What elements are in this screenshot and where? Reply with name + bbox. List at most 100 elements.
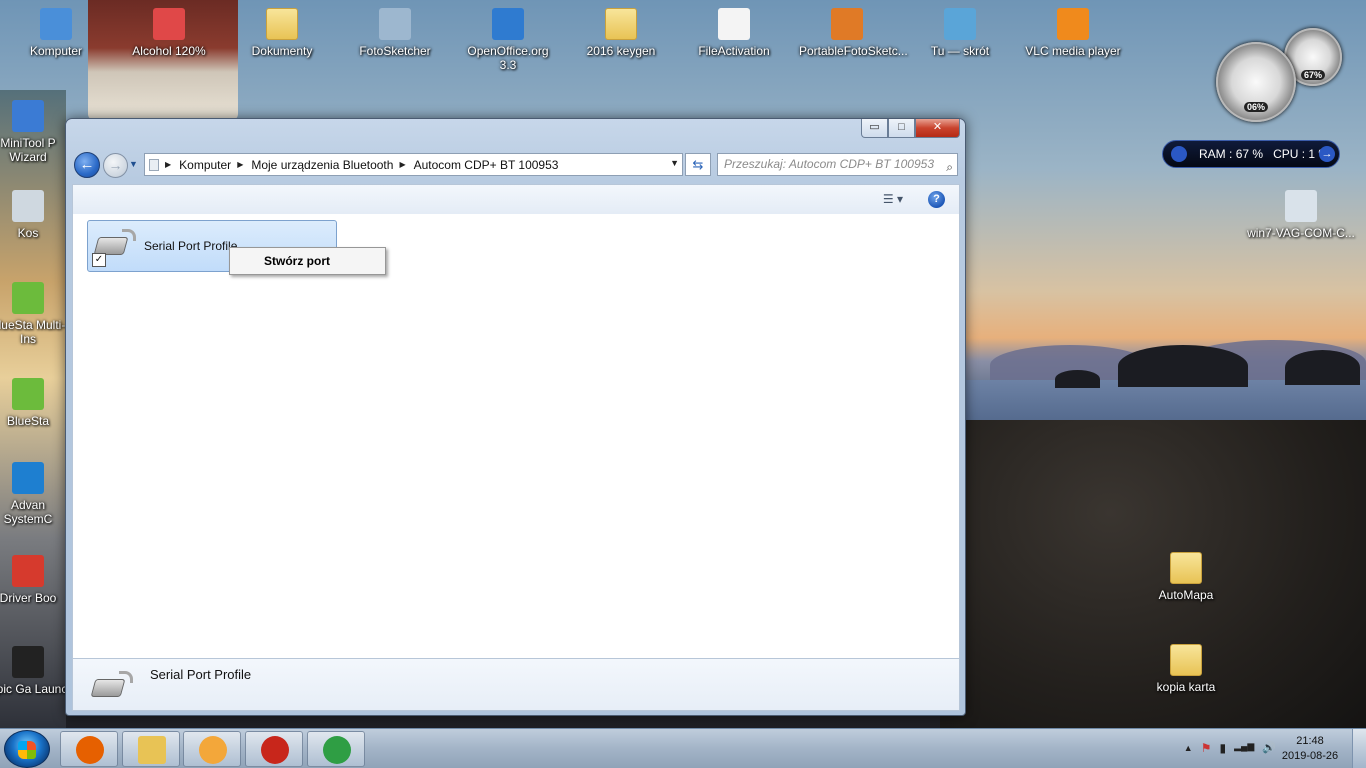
show-desktop-button[interactable] xyxy=(1352,729,1366,768)
chevron-right-icon[interactable]: ▶ xyxy=(165,160,171,169)
command-toolbar: ☰ ▾ ? xyxy=(72,184,960,214)
minimize-button[interactable]: ▭ xyxy=(861,119,888,138)
desktop-icon-label: Kos xyxy=(17,226,39,240)
vlc-icon xyxy=(1057,8,1089,40)
document-icon xyxy=(718,8,750,40)
desktop-icon-label: Dokumenty xyxy=(251,44,313,58)
desktop-icon[interactable]: OpenOffice.org 3.3 xyxy=(460,8,556,72)
taskbar: ▲ ⚑ ▮ ▂▄▆ 🔊 21:48 2019-08-26 xyxy=(0,728,1366,768)
desktop-icon[interactable]: win7-VAG-COM-C... xyxy=(1244,190,1358,240)
desktop-icon-label: Epic Ga Launc xyxy=(0,682,68,696)
bluestacks-icon xyxy=(12,378,44,410)
start-button[interactable] xyxy=(4,730,50,768)
ram-label: RAM : xyxy=(1199,147,1233,161)
search-placeholder: Przeszukaj: Autocom CDP+ BT 100953 xyxy=(724,157,934,171)
show-hidden-icons-icon[interactable]: ▲ xyxy=(1184,741,1193,755)
desktop-icon[interactable]: Tu — skrót xyxy=(912,8,1008,58)
clock-date: 2019-08-26 xyxy=(1281,750,1339,762)
recycle-bin-icon xyxy=(12,190,44,222)
desktop-icon[interactable]: VLC media player xyxy=(1025,8,1121,58)
battery-icon[interactable]: ▮ xyxy=(1219,741,1226,755)
clock-time: 21:48 xyxy=(1296,735,1324,747)
wallpaper-island xyxy=(1285,350,1360,385)
clock[interactable]: 21:48 2019-08-26 xyxy=(1280,734,1340,764)
taskbar-app-file-explorer[interactable] xyxy=(122,731,180,767)
desktop-icon[interactable]: FileActivation xyxy=(686,8,782,58)
desktop-icon[interactable]: PortableFotoSketc... xyxy=(799,8,908,58)
desktop-icon[interactable]: BlueSta Multi-Ins xyxy=(0,282,68,346)
desktop-icon[interactable]: Alcohol 120% xyxy=(121,8,217,58)
address-bar[interactable]: ▶ Komputer ▶ Moje urządzenia Bluetooth ▶… xyxy=(144,153,683,176)
gauge-value: 67% xyxy=(1300,70,1326,80)
back-button[interactable]: ← xyxy=(74,152,100,178)
help-button[interactable]: ? xyxy=(928,191,945,208)
desktop-icon[interactable]: kopia karta xyxy=(1138,644,1234,694)
taskbar-app-driver-booster[interactable] xyxy=(245,731,303,767)
desktop-icon[interactable]: AutoMapa xyxy=(1138,552,1234,602)
desktop-icon-label: Driver Boo xyxy=(0,591,57,605)
item-label: Serial Port Profile xyxy=(144,239,238,253)
breadcrumb-komputer[interactable]: Komputer xyxy=(179,158,231,172)
cpu-gauge-gadget[interactable]: 06% xyxy=(1216,42,1296,122)
forward-button[interactable]: → xyxy=(103,153,128,178)
firefox-icon xyxy=(76,736,104,764)
taskbar-app-chrome[interactable] xyxy=(307,731,365,767)
search-icon[interactable]: ⌕ xyxy=(946,157,953,175)
portable-fotosketcher-icon xyxy=(831,8,863,40)
context-menu: Stwórz port xyxy=(229,247,386,275)
refresh-button[interactable]: ⇆ xyxy=(685,153,711,176)
computer-icon xyxy=(40,8,72,40)
serial-port-icon xyxy=(90,669,133,699)
rocket-icon xyxy=(1171,146,1187,162)
wallpaper-island xyxy=(1118,345,1248,387)
desktop-icon-label: Alcohol 120% xyxy=(132,44,206,58)
desktop-icon[interactable]: Dokumenty xyxy=(234,8,330,58)
desktop-icon-label: Tu — skrót xyxy=(930,44,990,58)
folder-icon xyxy=(605,8,637,40)
content-pane: ✓ Serial Port Profile xyxy=(72,214,960,658)
desktop-icon-label: MiniTool P Wizard xyxy=(0,136,56,164)
folder-icon xyxy=(1170,644,1202,676)
recent-pages-dropdown[interactable]: ▼ xyxy=(129,159,138,169)
explorer-window: ▭ □ ✕ ← → ▼ ▶ Komputer ▶ Moje urządzenia… xyxy=(65,118,966,716)
create-port-menu-item[interactable]: Stwórz port xyxy=(264,254,330,268)
advanced-systemcare-icon xyxy=(12,462,44,494)
desktop-icon[interactable]: Epic Ga Launc xyxy=(0,646,68,696)
chevron-right-icon[interactable]: ▶ xyxy=(399,160,405,169)
chevron-right-icon[interactable]: ▶ xyxy=(237,160,243,169)
desktop-icon[interactable]: 2016 keygen xyxy=(573,8,669,58)
desktop-icon[interactable]: MiniTool P Wizard xyxy=(0,100,68,164)
breadcrumb-bluetooth-devices[interactable]: Moje urządzenia Bluetooth xyxy=(251,158,393,172)
desktop-icon[interactable]: BlueSta xyxy=(0,378,68,428)
breadcrumb-device[interactable]: Autocom CDP+ BT 100953 xyxy=(414,158,559,172)
taskbar-app-firefox[interactable] xyxy=(60,731,118,767)
change-view-button[interactable]: ☰ ▾ xyxy=(883,192,903,206)
details-pane: Serial Port Profile xyxy=(72,658,960,711)
network-icon[interactable]: ▂▄▆ xyxy=(1234,741,1254,755)
desktop-icon[interactable]: Komputer xyxy=(8,8,104,58)
taskbar-app-media-player[interactable] xyxy=(183,731,241,767)
maximize-button[interactable]: □ xyxy=(888,119,915,138)
system-tray: ▲ ⚑ ▮ ▂▄▆ 🔊 xyxy=(1184,741,1276,755)
desktop-icon[interactable]: FotoSketcher xyxy=(347,8,443,58)
search-input[interactable]: Przeszukaj: Autocom CDP+ BT 100953 ⌕ xyxy=(717,153,958,176)
desktop-icon-label: VLC media player xyxy=(1025,44,1121,58)
desktop-icon[interactable]: Advan SystemC xyxy=(0,462,68,526)
desktop-icon-label: AutoMapa xyxy=(1158,588,1214,602)
volume-icon[interactable]: 🔊 xyxy=(1262,741,1276,755)
close-button[interactable]: ✕ xyxy=(915,119,960,138)
desktop-icon-label: FotoSketcher xyxy=(359,44,431,58)
ram-cpu-gadget[interactable]: RAM : 67 % CPU : 1 % → xyxy=(1162,140,1340,168)
cpu-label: CPU : xyxy=(1273,147,1306,161)
desktop-icon[interactable]: Kos xyxy=(0,190,68,240)
bluestacks-icon xyxy=(12,282,44,314)
arrow-right-icon[interactable]: → xyxy=(1319,146,1335,162)
desktop-icon-label: OpenOffice.org 3.3 xyxy=(467,44,549,72)
settings-shortcut-icon xyxy=(1285,190,1317,222)
action-center-icon[interactable]: ⚑ xyxy=(1201,741,1212,755)
desktop-icon[interactable]: Driver Boo xyxy=(0,555,68,605)
fotosketcher-icon xyxy=(379,8,411,40)
desktop-icon-label: Advan SystemC xyxy=(3,498,53,526)
chevron-down-icon[interactable]: ▼ xyxy=(670,158,679,168)
gauge-value: 06% xyxy=(1243,102,1269,112)
